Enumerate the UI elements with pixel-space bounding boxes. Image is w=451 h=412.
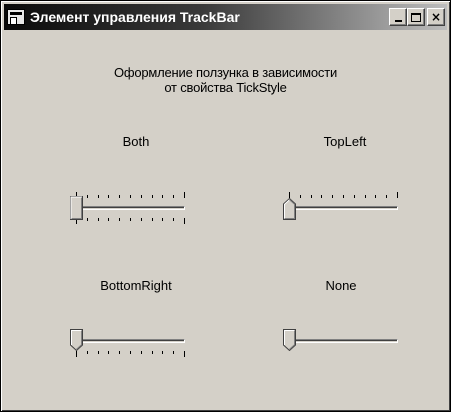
tick-mark <box>108 218 109 221</box>
trackbar-thumb[interactable] <box>283 198 296 220</box>
maximize-icon <box>411 12 421 22</box>
tick-mark <box>173 195 174 198</box>
tick-mark <box>162 218 163 221</box>
tick-mark <box>162 195 163 198</box>
trackbar-both[interactable] <box>67 186 191 228</box>
tick-marks-top <box>289 192 398 198</box>
maximize-button[interactable] <box>407 8 425 26</box>
trackbar-channel <box>75 206 185 210</box>
tick-mark <box>354 195 355 198</box>
tick-mark <box>184 351 185 357</box>
tick-mark <box>130 218 131 221</box>
tick-mark <box>184 192 185 198</box>
tick-mark <box>141 351 142 354</box>
minimize-button[interactable] <box>389 8 407 26</box>
trackbar-channel <box>288 206 398 210</box>
heading-line-1: Оформление ползунка в зависимости <box>113 65 338 80</box>
tick-marks-bottom <box>76 218 185 224</box>
tick-mark <box>130 195 131 198</box>
app-window-icon[interactable] <box>7 9 25 25</box>
tick-mark <box>98 195 99 198</box>
heading-line-2: от свойства TickStyle <box>164 80 287 95</box>
tick-mark <box>141 195 142 198</box>
tick-mark <box>87 218 88 221</box>
trackbar-none[interactable] <box>280 319 404 361</box>
tick-mark <box>162 351 163 354</box>
form-client-area: Оформление ползунка в зависимости от сво… <box>5 31 446 407</box>
tick-mark <box>76 351 77 357</box>
caption-buttons: × <box>389 8 445 26</box>
tick-mark <box>397 192 398 198</box>
tick-mark <box>311 195 312 198</box>
trackbar-thumb[interactable] <box>70 329 83 351</box>
tick-mark <box>173 218 174 221</box>
tick-mark <box>375 195 376 198</box>
tick-mark <box>108 195 109 198</box>
tick-mark <box>119 218 120 221</box>
tick-mark <box>300 195 301 198</box>
tick-mark <box>119 351 120 354</box>
tick-mark <box>152 195 153 198</box>
trackbar-topleft-label: TopLeft <box>323 134 367 149</box>
trackbar-channel <box>75 339 185 343</box>
title-bar[interactable]: Элемент управления TrackBar × <box>4 4 447 30</box>
minimize-icon <box>394 20 402 22</box>
tick-marks-top <box>76 192 185 198</box>
trackbar-bottomright-label: BottomRight <box>100 278 172 293</box>
tick-mark <box>184 218 185 224</box>
tick-mark <box>119 195 120 198</box>
tick-mark <box>152 218 153 221</box>
trackbar-both-label: Both <box>122 134 150 149</box>
tick-mark <box>343 195 344 198</box>
close-button[interactable]: × <box>427 8 445 26</box>
trackbar-topleft[interactable] <box>280 186 404 228</box>
window-title: Элемент управления TrackBar <box>30 9 240 25</box>
tick-mark <box>173 351 174 354</box>
trackbar-thumb[interactable] <box>70 196 83 220</box>
trackbar-bottomright[interactable] <box>67 319 191 361</box>
tick-mark <box>152 351 153 354</box>
tick-mark <box>332 195 333 198</box>
tick-mark <box>365 195 366 198</box>
app-window: Элемент управления TrackBar × Оформление… <box>0 0 451 412</box>
trackbar-thumb[interactable] <box>283 329 296 351</box>
tick-marks-bottom <box>76 351 185 357</box>
form-heading: Оформление ползунка в зависимости от сво… <box>5 65 446 95</box>
tick-mark <box>87 195 88 198</box>
tick-mark <box>130 351 131 354</box>
tick-mark <box>141 218 142 221</box>
tick-mark <box>321 195 322 198</box>
close-icon: × <box>430 10 442 24</box>
tick-mark <box>98 351 99 354</box>
trackbar-channel <box>288 339 398 343</box>
tick-mark <box>98 218 99 221</box>
tick-mark <box>386 195 387 198</box>
trackbar-none-label: None <box>325 278 357 293</box>
tick-mark <box>87 351 88 354</box>
tick-mark <box>108 351 109 354</box>
